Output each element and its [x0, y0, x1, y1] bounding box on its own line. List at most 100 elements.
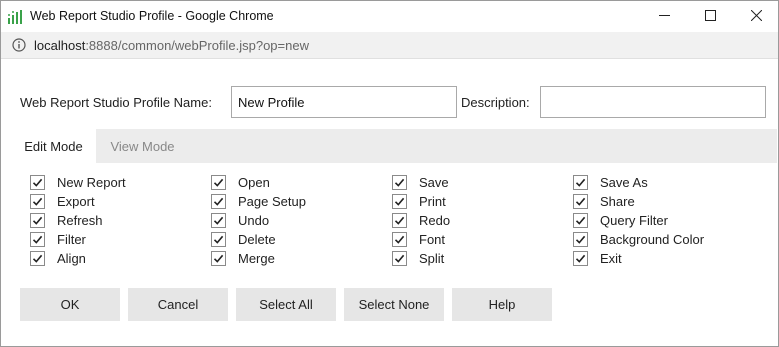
- checkbox[interactable]: [211, 231, 226, 247]
- checkbox[interactable]: [392, 250, 407, 266]
- option-filter[interactable]: Filter: [30, 230, 86, 248]
- select-all-button[interactable]: Select All: [236, 288, 336, 321]
- option-label: Share: [600, 193, 635, 209]
- option-share[interactable]: Share: [573, 192, 635, 210]
- maximize-icon: [704, 8, 716, 26]
- checkbox[interactable]: [392, 231, 407, 247]
- maximize-button[interactable]: [687, 1, 733, 32]
- checkmark-icon: [394, 253, 405, 264]
- option-align[interactable]: Align: [30, 249, 86, 267]
- option-background-color[interactable]: Background Color: [573, 230, 704, 248]
- select-none-button[interactable]: Select None: [344, 288, 444, 321]
- option-redo[interactable]: Redo: [392, 211, 450, 229]
- profile-name-label: Web Report Studio Profile Name:: [20, 95, 212, 110]
- url-path: :8888/common/webProfile.jsp?op=new: [85, 38, 309, 53]
- option-label: Save As: [600, 174, 648, 190]
- option-label: Export: [57, 193, 95, 209]
- checkbox[interactable]: [30, 212, 45, 228]
- option-undo[interactable]: Undo: [211, 211, 269, 229]
- option-label: Refresh: [57, 212, 103, 228]
- option-print[interactable]: Print: [392, 192, 446, 210]
- checkbox[interactable]: [211, 193, 226, 209]
- checkbox[interactable]: [392, 193, 407, 209]
- option-label: Delete: [238, 231, 276, 247]
- option-exit[interactable]: Exit: [573, 249, 622, 267]
- checkbox[interactable]: [211, 174, 226, 190]
- tab-edit-mode[interactable]: Edit Mode: [11, 129, 96, 163]
- option-save[interactable]: Save: [392, 173, 449, 191]
- checkmark-icon: [213, 196, 224, 207]
- description-label: Description:: [461, 95, 530, 110]
- checkbox[interactable]: [211, 212, 226, 228]
- checkbox[interactable]: [211, 250, 226, 266]
- help-button[interactable]: Help: [452, 288, 552, 321]
- minimize-button[interactable]: [641, 1, 687, 32]
- close-icon: [750, 8, 762, 26]
- option-label: Query Filter: [600, 212, 668, 228]
- checkbox[interactable]: [573, 193, 588, 209]
- option-new-report[interactable]: New Report: [30, 173, 126, 191]
- checkmark-icon: [32, 196, 43, 207]
- tab-view-mode[interactable]: View Mode: [96, 129, 189, 163]
- minimize-icon: [658, 8, 670, 26]
- window-title: Web Report Studio Profile - Google Chrom…: [30, 9, 274, 23]
- profile-name-input[interactable]: [231, 86, 457, 118]
- option-save-as[interactable]: Save As: [573, 173, 648, 191]
- checkbox[interactable]: [30, 174, 45, 190]
- ok-button[interactable]: OK: [20, 288, 120, 321]
- checkbox[interactable]: [573, 212, 588, 228]
- url-text[interactable]: localhost:8888/common/webProfile.jsp?op=…: [34, 38, 309, 53]
- option-open[interactable]: Open: [211, 173, 270, 191]
- option-merge[interactable]: Merge: [211, 249, 275, 267]
- option-label: Exit: [600, 250, 622, 266]
- option-label: Merge: [238, 250, 275, 266]
- close-button[interactable]: [733, 1, 779, 32]
- option-label: Save: [419, 174, 449, 190]
- browser-window: Web Report Studio Profile - Google Chrom…: [0, 0, 779, 347]
- option-label: Open: [238, 174, 270, 190]
- checkmark-icon: [213, 177, 224, 188]
- title-bar: Web Report Studio Profile - Google Chrom…: [1, 1, 778, 32]
- checkmark-icon: [32, 253, 43, 264]
- checkmark-icon: [394, 234, 405, 245]
- checkmark-icon: [32, 177, 43, 188]
- checkmark-icon: [575, 234, 586, 245]
- option-export[interactable]: Export: [30, 192, 95, 210]
- info-icon[interactable]: [12, 38, 26, 52]
- cancel-button[interactable]: Cancel: [128, 288, 228, 321]
- checkmark-icon: [394, 177, 405, 188]
- checkmark-icon: [32, 234, 43, 245]
- checkmark-icon: [575, 215, 586, 226]
- address-bar[interactable]: localhost:8888/common/webProfile.jsp?op=…: [1, 32, 778, 59]
- checkbox[interactable]: [392, 212, 407, 228]
- checkmark-icon: [394, 215, 405, 226]
- checkmark-icon: [394, 196, 405, 207]
- checkmark-icon: [575, 253, 586, 264]
- option-label: Split: [419, 250, 445, 266]
- description-input[interactable]: [540, 86, 766, 118]
- option-label: Font: [419, 231, 446, 247]
- checkbox[interactable]: [30, 193, 45, 209]
- option-font[interactable]: Font: [392, 230, 445, 248]
- option-label: Page Setup: [238, 193, 306, 209]
- checkmark-icon: [32, 215, 43, 226]
- option-refresh[interactable]: Refresh: [30, 211, 103, 229]
- option-label: Print: [419, 193, 446, 209]
- checkbox[interactable]: [30, 231, 45, 247]
- checkbox[interactable]: [392, 174, 407, 190]
- option-query-filter[interactable]: Query Filter: [573, 211, 668, 229]
- option-label: New Report: [57, 174, 126, 190]
- checkbox[interactable]: [573, 231, 588, 247]
- checkbox[interactable]: [573, 250, 588, 266]
- checkbox[interactable]: [30, 250, 45, 266]
- checkmark-icon: [213, 234, 224, 245]
- option-label: Align: [57, 250, 86, 266]
- option-label: Undo: [238, 212, 270, 228]
- checkmark-icon: [575, 196, 586, 207]
- option-page-setup[interactable]: Page Setup: [211, 192, 306, 210]
- checkbox[interactable]: [573, 174, 588, 190]
- option-split[interactable]: Split: [392, 249, 444, 267]
- checkmark-icon: [213, 253, 224, 264]
- option-label: Redo: [419, 212, 451, 228]
- option-delete[interactable]: Delete: [211, 230, 276, 248]
